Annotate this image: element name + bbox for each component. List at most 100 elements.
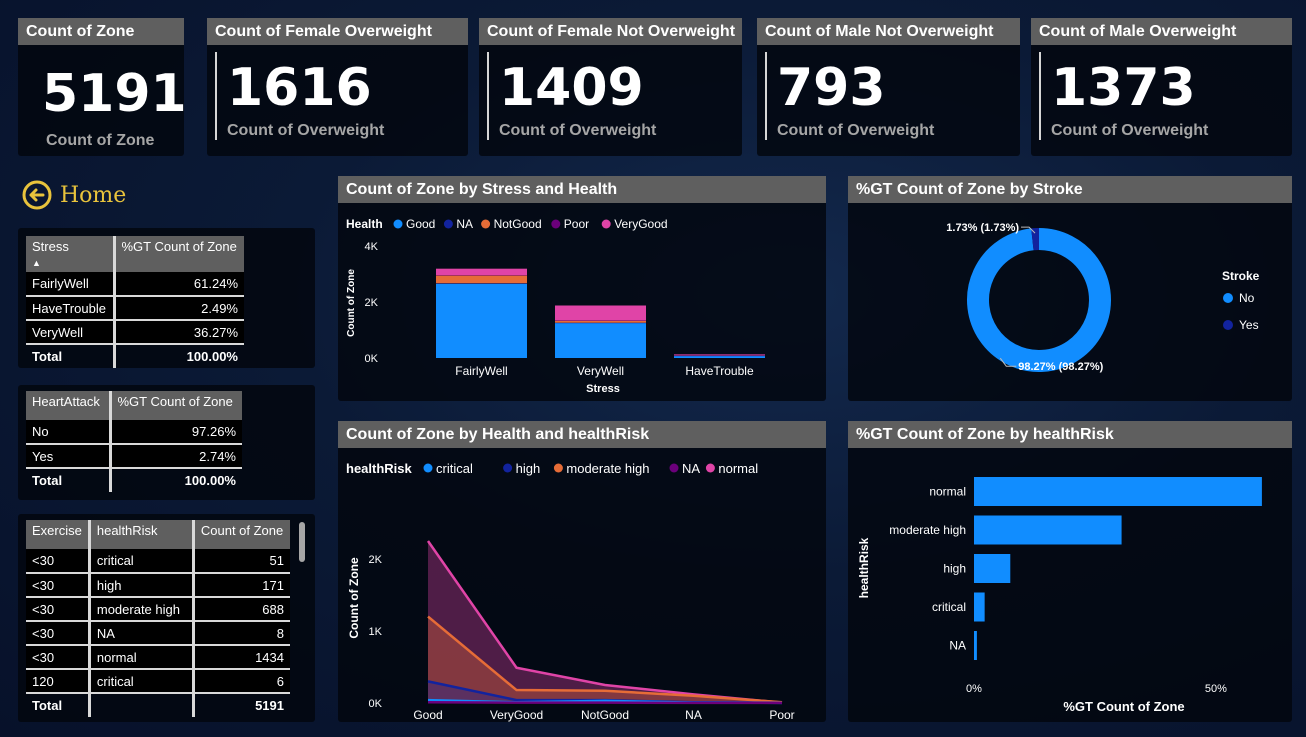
x-tick-label: FairlyWell [455,364,507,378]
health-risk-area-chart[interactable]: healthRisk critical high moderate high NA nor… [338,448,826,722]
kpi-card-male-not-overweight: Count of Male Not Overweight 793 Count o… [757,18,1020,156]
kpi-divider [765,52,767,140]
x-tick-label: NA [685,708,702,722]
home-button[interactable]: Home [22,180,126,210]
y-axis-label: healthRisk [857,537,871,598]
y-tick-label: 1K [369,626,383,638]
bar-segment [436,275,527,276]
y-tick-label: 0K [365,353,379,365]
y-tick-label: 2K [369,554,383,566]
table-row[interactable]: Yes 2.74% [26,444,242,469]
table-row[interactable]: <30 critical 51 [26,549,290,574]
legend-item: moderate high [566,461,649,476]
kpi-divider [215,52,217,140]
exercise-table: Exercise healthRisk Count of Zone <30 cri… [26,520,290,717]
legend-item: NA [682,461,700,476]
stress-table: Stress ▲ %GT Count of Zone FairlyWell 61.2… [26,236,244,368]
col-header-gt[interactable]: %GT Count of Zone [110,391,242,420]
table-total-row: Total 100.00% [26,344,244,368]
col-header-stress[interactable]: Stress ▲ [26,236,116,272]
y-tick-label: critical [932,600,966,614]
stroke-chart-card: %GT Count of Zone by Stroke 98.27% (98.2… [848,176,1292,401]
table-row[interactable]: 120 critical 6 [26,669,290,694]
y-tick-label: 0K [369,698,383,710]
table-scrollbar[interactable] [299,522,305,562]
home-label: Home [60,182,127,208]
bar [974,592,985,622]
kpi-value: 1409 [499,58,644,118]
donut-slice [967,228,1111,372]
legend-title: healthRisk [346,461,413,476]
x-tick-label: Good [413,708,442,722]
kpi-value: 1373 [1051,58,1196,118]
exercise-table-card: Exercise healthRisk Count of Zone <30 cri… [18,514,315,722]
table-row[interactable]: No 97.26% [26,420,242,445]
kpi-divider [487,52,489,140]
bar-segment [436,268,527,276]
col-header-count[interactable]: Count of Zone [193,520,290,549]
legend-item: high [516,461,541,476]
table-row[interactable]: <30 normal 1434 [26,645,290,670]
kpi-subtitle: Count of Zone [46,132,155,149]
x-axis-label: %GT Count of Zone [1063,699,1184,714]
legend-title: Health [346,217,383,231]
x-tick-label: VeryGood [490,708,543,722]
col-header-exercise[interactable]: Exercise [26,520,91,549]
heart-table: HeartAttack %GT Count of Zone No 97.26% Y… [26,391,242,492]
legend-marker [553,463,563,473]
bar-segment [555,322,646,324]
y-tick-label: moderate high [889,523,966,537]
bar [974,554,1011,583]
bar-segment [674,355,765,356]
bar-segment [436,283,527,358]
legend-marker [705,463,715,473]
col-header-gt[interactable]: %GT Count of Zone [114,236,244,272]
kpi-subtitle: Count of Overweight [227,122,385,139]
legend-item: Good [406,217,435,231]
legend-marker [551,219,561,229]
chart-title: Count of Zone by Health and healthRisk [338,421,826,448]
col-header-healthrisk[interactable]: healthRisk [89,520,195,549]
legend-item: NA [456,217,473,231]
table-row[interactable]: VeryWell 36.27% [26,320,244,345]
table-row[interactable]: <30 NA 8 [26,621,290,646]
heart-table-card: HeartAttack %GT Count of Zone No 97.26% Y… [18,385,315,500]
legend-marker [601,219,611,229]
legend-item: Poor [564,217,589,231]
stress-health-chart[interactable]: Health Good NA NotGood Poor VeryGood 0K 2K 4K Cou… [338,203,826,401]
sort-asc-icon: ▲ [32,258,41,268]
legend-marker [443,219,453,229]
legend-item: No [1239,291,1255,305]
bar-segment [555,323,646,358]
healthrisk-bar-card: %GT Count of Zone by healthRisk normal mo… [848,421,1292,722]
stroke-donut-chart[interactable]: 98.27% (98.27%) 1.73% (1.73%) Stroke No Yes [848,203,1292,401]
back-arrow-icon [22,180,52,210]
kpi-subtitle: Count of Overweight [777,122,935,139]
bar-segment [674,354,765,356]
legend-marker [481,219,491,229]
healthrisk-bar-chart[interactable]: normal moderate high high critical NA 0% 50% %G… [848,448,1292,722]
kpi-title: Count of Male Overweight [1031,18,1292,45]
bar [974,477,1262,506]
chart-title: %GT Count of Zone by healthRisk [848,421,1292,448]
table-row[interactable]: <30 high 171 [26,573,290,598]
legend-marker [423,463,433,473]
table-row[interactable]: <30 moderate high 688 [26,597,290,622]
col-header-heartattack[interactable]: HeartAttack [26,391,112,420]
stress-table-card: Stress ▲ %GT Count of Zone FairlyWell 61.2… [18,228,315,368]
y-tick-label: NA [949,639,966,653]
kpi-title: Count of Female Not Overweight [479,18,742,45]
x-tick-label: 0% [966,683,982,695]
kpi-title: Count of Zone [18,18,184,45]
y-tick-label: high [943,562,966,576]
data-label: 98.27% (98.27%) [1018,361,1103,373]
x-axis-label: Stress [586,383,620,395]
table-row[interactable]: HaveTrouble 2.49% [26,296,244,321]
kpi-card-female-overweight: Count of Female Overweight 1616 Count of… [207,18,468,156]
kpi-subtitle: Count of Overweight [1051,122,1209,139]
table-row[interactable]: FairlyWell 61.24% [26,272,244,297]
bar [974,631,977,660]
x-tick-label: HaveTrouble [685,364,754,378]
legend-item: critical [436,461,473,476]
kpi-subtitle: Count of Overweight [499,122,657,139]
